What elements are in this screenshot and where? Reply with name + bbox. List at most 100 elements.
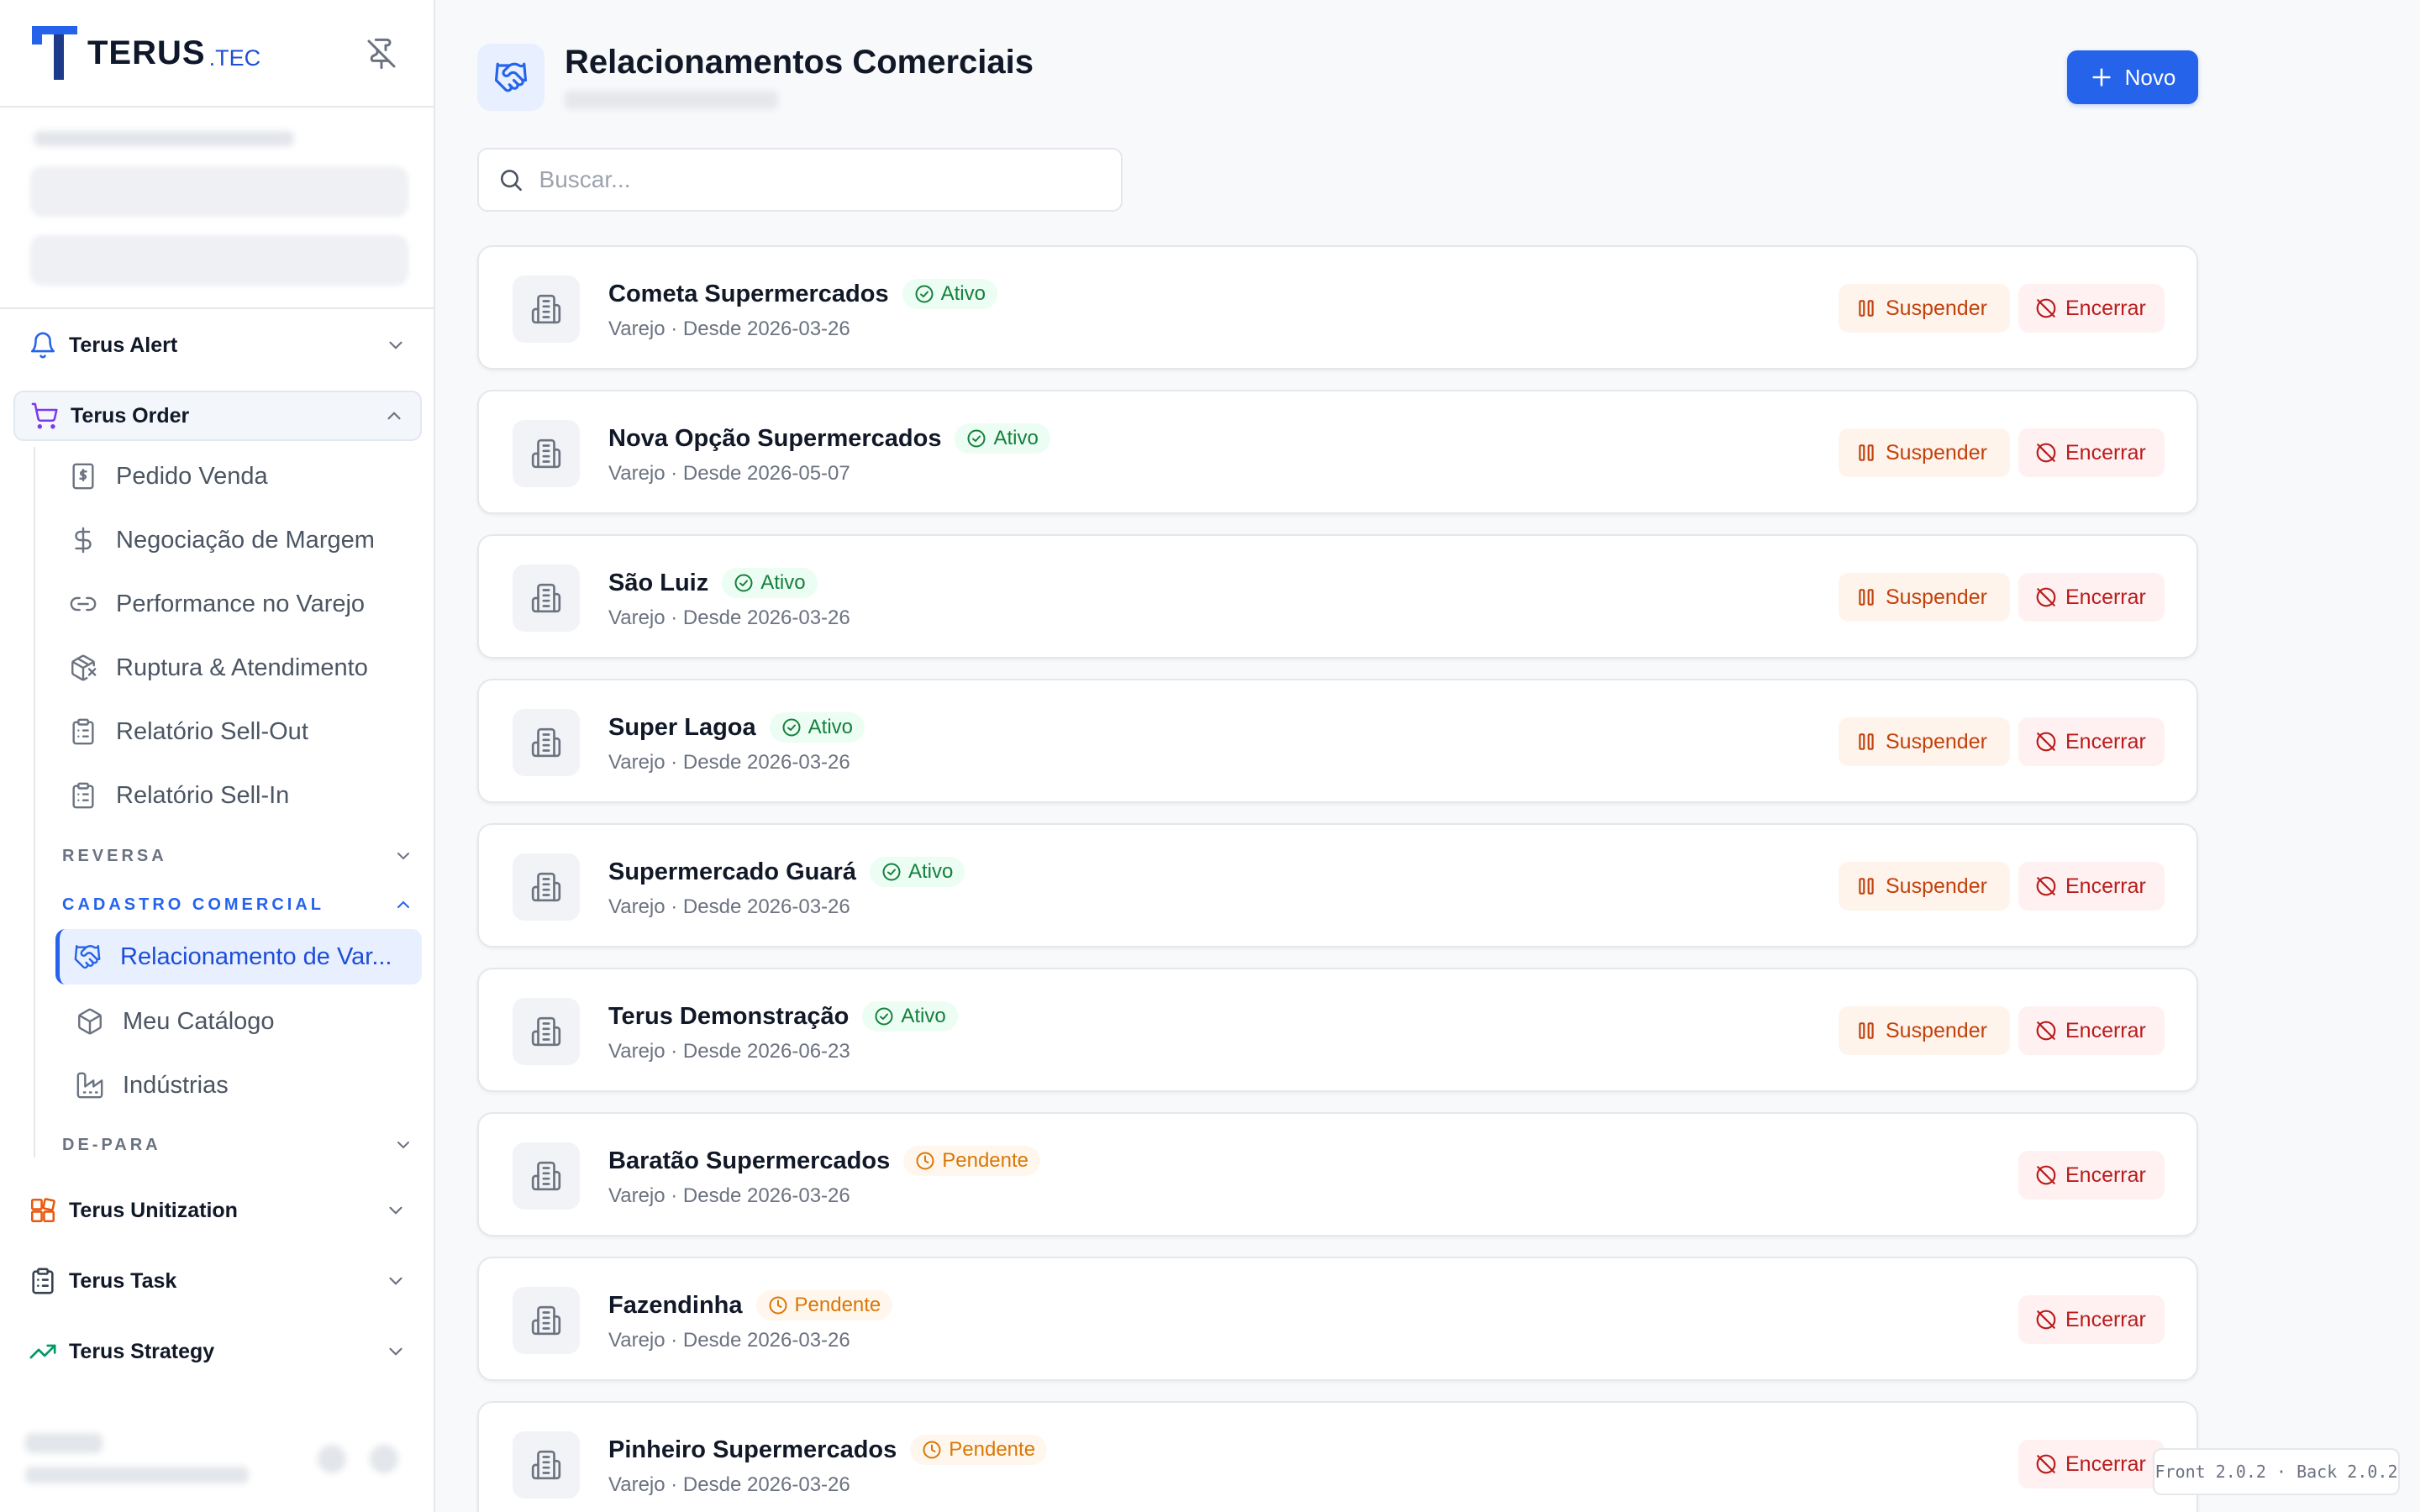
status-badge: Ativo <box>769 712 865 743</box>
end-button[interactable]: Encerrar <box>2018 1006 2165 1055</box>
relationship-card[interactable]: Nova Opção Supermercados Ativo Varejo · De… <box>477 390 2198 514</box>
chevron-down-icon <box>397 853 409 860</box>
end-label: Encerrar <box>2065 729 2146 753</box>
suspend-button[interactable]: Suspender <box>1839 428 2010 477</box>
suspend-button[interactable]: Suspender <box>1839 862 2010 911</box>
suspend-label: Suspender <box>1886 1018 1987 1042</box>
section-label: CADASTRO COMERCIAL <box>62 895 324 914</box>
workspace-label-blurred <box>34 131 294 146</box>
building-icon <box>531 1305 561 1336</box>
branch-select-blurred[interactable] <box>30 235 408 286</box>
nav-module-task[interactable]: Terus Task <box>13 1256 422 1306</box>
suspend-label: Suspender <box>1886 440 1987 465</box>
logo-bar: TERUS .TEC <box>0 0 434 108</box>
logout-icon[interactable] <box>370 1445 398 1473</box>
search-input[interactable] <box>539 166 1102 193</box>
nav-module-alert[interactable]: Terus Alert <box>13 320 422 370</box>
end-button[interactable]: Encerrar <box>2018 1151 2165 1200</box>
chevron-down-icon <box>389 1206 402 1215</box>
end-button[interactable]: Encerrar <box>2018 1295 2165 1344</box>
relationship-card[interactable]: Supermercado Guará Ativo Varejo · Desde 20… <box>477 823 2198 948</box>
nav-module-unitization[interactable]: Terus Unitization <box>13 1185 422 1236</box>
nav-module-label: Terus Alert <box>69 333 178 357</box>
suspend-button[interactable]: Suspender <box>1839 284 2010 333</box>
section-cadastro-comercial[interactable]: CADASTRO COMERCIAL <box>62 888 413 921</box>
card-title-row: Super Lagoa Ativo <box>608 712 865 743</box>
relationship-card[interactable]: Cometa Supermercados Ativo Varejo · Desde … <box>477 245 2198 370</box>
new-relationship-button[interactable]: Novo <box>2067 50 2198 104</box>
card-icon <box>513 853 580 921</box>
card-title-row: São Luiz Ativo <box>608 568 818 598</box>
sidebar-item-label: Ruptura & Atendimento <box>116 654 368 681</box>
end-button[interactable]: Encerrar <box>2018 862 2165 911</box>
factory-icon <box>76 1072 103 1099</box>
status-label: Ativo <box>908 860 954 883</box>
relationship-card[interactable]: Fazendinha Pendente Varejo · Desde 2026-03… <box>477 1257 2198 1381</box>
status-label: Ativo <box>760 571 806 594</box>
sidebar-item-ruptura-atendimento[interactable]: Ruptura & Atendimento <box>55 640 422 696</box>
status-label: Ativo <box>940 282 986 305</box>
link-off-icon <box>2036 876 2056 896</box>
link-off-icon <box>2036 443 2056 463</box>
divider <box>0 307 435 309</box>
relationship-card[interactable]: Super Lagoa Ativo Varejo · Desde 2026-03-2… <box>477 679 2198 803</box>
relationship-card[interactable]: Pinheiro Supermercados Pendente Varejo · D… <box>477 1401 2198 1512</box>
sidebar-item-industrias[interactable]: Indústrias <box>62 1058 429 1113</box>
handshake-icon <box>494 62 528 92</box>
sidebar-item-sell-in[interactable]: Relatório Sell-In <box>55 768 422 823</box>
relationship-name: Super Lagoa <box>608 713 756 741</box>
company-select-blurred[interactable] <box>30 166 408 217</box>
suspend-button[interactable]: Suspender <box>1839 1006 2010 1055</box>
nav-module-strategy[interactable]: Terus Strategy <box>13 1326 422 1377</box>
nav-module-order[interactable]: Terus Order <box>13 391 422 441</box>
relationship-card[interactable]: Terus Demonstração Ativo Varejo · Desde 20… <box>477 968 2198 1092</box>
sidebar-item-sell-out[interactable]: Relatório Sell-Out <box>55 704 422 759</box>
relationship-name: Supermercado Guará <box>608 858 856 885</box>
end-button[interactable]: Encerrar <box>2018 1440 2165 1488</box>
end-button[interactable]: Encerrar <box>2018 284 2165 333</box>
nav-module-label: Terus Unitization <box>69 1198 238 1222</box>
search-field[interactable] <box>477 148 1123 212</box>
settings-icon[interactable] <box>318 1445 346 1473</box>
user-email-blurred <box>25 1467 249 1483</box>
status-badge: Pendente <box>755 1290 893 1320</box>
section-label: DE-PARA <box>62 1135 161 1154</box>
sidebar-item-label: Meu Catálogo <box>123 1007 275 1035</box>
shopping-cart-icon <box>31 402 58 429</box>
end-label: Encerrar <box>2065 585 2146 609</box>
pause-icon <box>1859 1022 1874 1039</box>
end-button[interactable]: Encerrar <box>2018 717 2165 766</box>
relationship-name: Fazendinha <box>608 1291 743 1319</box>
pause-icon <box>1859 300 1874 317</box>
building-icon <box>531 294 561 324</box>
link-off-icon <box>2036 298 2056 318</box>
chevron-down-icon <box>389 341 402 349</box>
end-button[interactable]: Encerrar <box>2018 428 2165 477</box>
nav-module-label: Terus Strategy <box>69 1339 215 1363</box>
link-off-icon <box>2036 1310 2056 1330</box>
sidebar-item-negociacao-margem[interactable]: Negociação de Margem <box>55 512 422 568</box>
relationship-card[interactable]: São Luiz Ativo Varejo · Desde 2026-03-26 Su… <box>477 534 2198 659</box>
link-off-icon <box>2036 732 2056 752</box>
sidebar-item-relacionamento-varejo[interactable]: Relacionamento de Var... <box>55 929 422 984</box>
card-icon <box>513 1287 580 1354</box>
pin-off-icon[interactable] <box>365 37 398 71</box>
suspend-button[interactable]: Suspender <box>1839 573 2010 622</box>
page-subtitle-blurred <box>565 91 778 109</box>
section-de-para[interactable]: DE-PARA <box>62 1128 413 1162</box>
relationship-card[interactable]: Baratão Supermercados Pendente Varejo · De… <box>477 1112 2198 1236</box>
card-title-row: Cometa Supermercados Ativo <box>608 279 997 309</box>
sidebar-item-meu-catalogo[interactable]: Meu Catálogo <box>62 994 429 1049</box>
clock-icon <box>916 1152 934 1170</box>
status-badge: Pendente <box>903 1146 1041 1176</box>
suspend-button[interactable]: Suspender <box>1839 717 2010 766</box>
relationship-meta: Varejo · Desde 2026-05-07 <box>608 462 850 485</box>
package-x-icon <box>71 654 97 681</box>
section-reversa[interactable]: REVERSA <box>62 839 413 873</box>
sidebar-item-performance-varejo[interactable]: Performance no Varejo <box>55 576 422 632</box>
suspend-label: Suspender <box>1886 874 1987 898</box>
end-button[interactable]: Encerrar <box>2018 573 2165 622</box>
sidebar-item-pedido-venda[interactable]: Pedido Venda <box>55 449 422 504</box>
page-icon <box>477 44 544 111</box>
link-off-icon <box>2036 1454 2056 1474</box>
